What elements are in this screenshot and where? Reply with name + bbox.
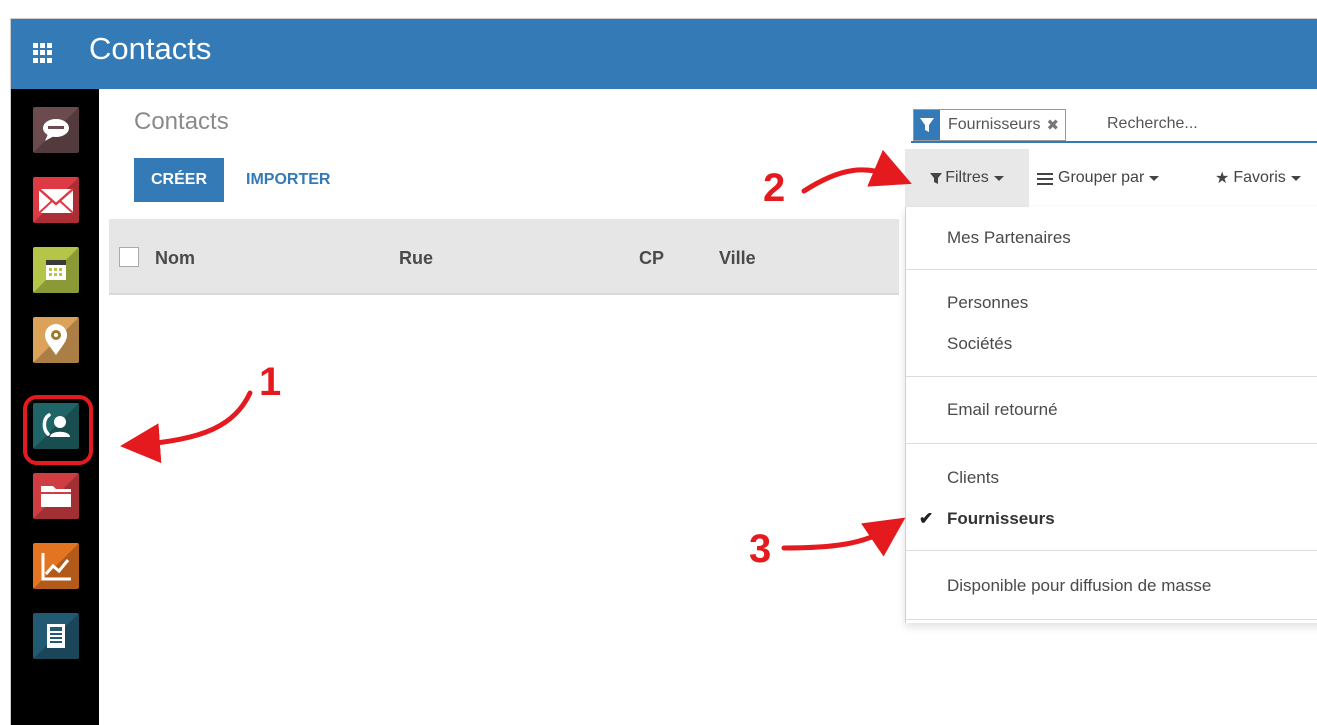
annotation-step-3: 3 (749, 527, 772, 571)
annotation-arrows (120, 149, 912, 557)
annotation-step-1: 1 (259, 360, 282, 404)
annotation-step-2: 2 (763, 166, 786, 210)
